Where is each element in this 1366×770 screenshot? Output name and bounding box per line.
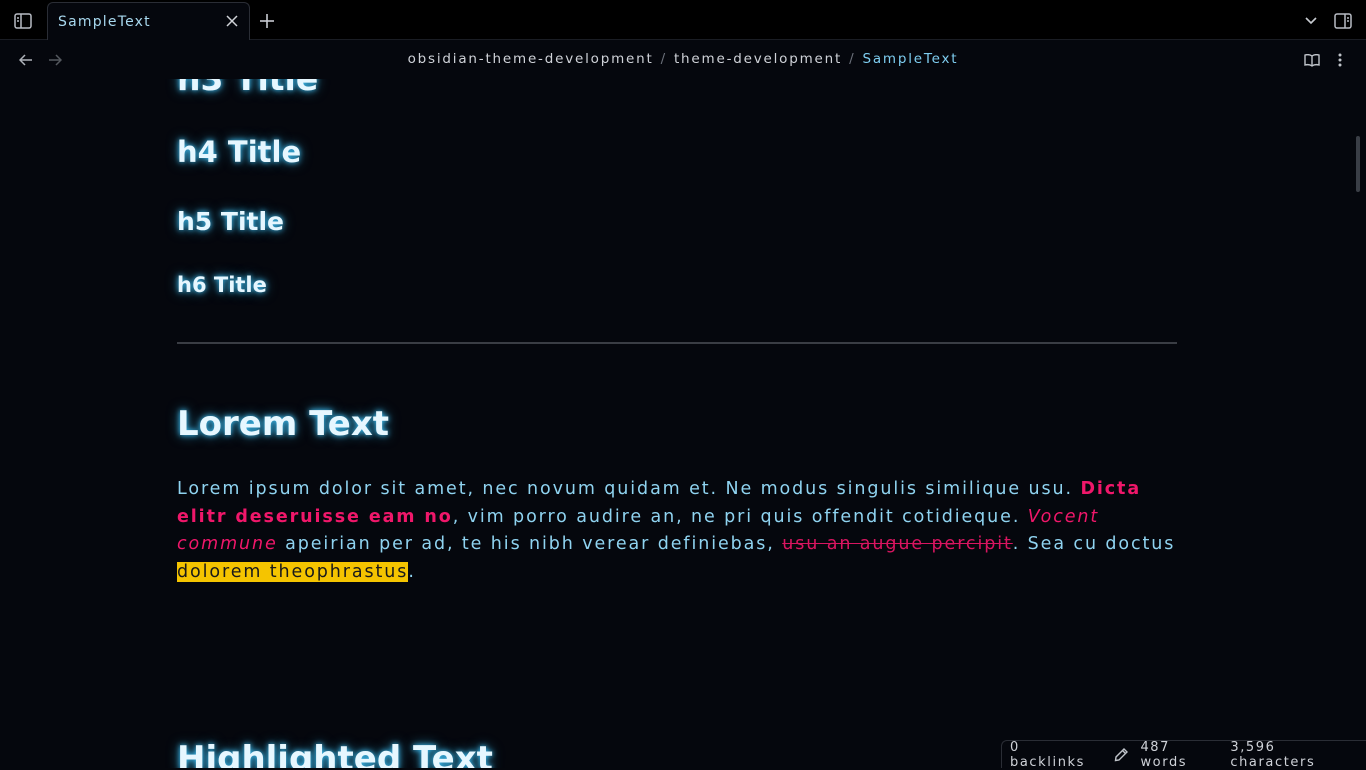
close-icon[interactable] (223, 12, 241, 30)
backlinks-count[interactable]: 0 backlinks (1010, 740, 1100, 770)
tab-sampletext[interactable]: SampleText (47, 2, 250, 40)
chevron-down-icon[interactable] (1298, 8, 1324, 34)
sidebar-left-icon[interactable] (10, 8, 36, 34)
pencil-icon[interactable] (1114, 747, 1130, 763)
breadcrumb-item[interactable]: theme-development (674, 51, 842, 67)
breadcrumb-separator: / (661, 51, 667, 67)
tab-title: SampleText (58, 14, 151, 30)
text-run: . (408, 562, 415, 582)
lorem-paragraph: Lorem ipsum dolor sit amet, nec novum qu… (177, 476, 1177, 586)
editor-content[interactable]: h3 Title h4 Title h5 Title h6 Title Lore… (0, 79, 1366, 768)
heading-h6: h6 Title (177, 273, 267, 297)
tab-bar: SampleText (0, 0, 1366, 40)
heading-h5: h5 Title (177, 207, 284, 236)
horizontal-rule (177, 342, 1177, 344)
breadcrumb: obsidian-theme-development / theme-develop… (0, 51, 1366, 67)
plus-icon[interactable] (254, 8, 280, 34)
breadcrumb-separator: / (849, 51, 855, 67)
sidebar-right-icon[interactable] (1330, 8, 1356, 34)
book-open-icon[interactable] (1301, 49, 1323, 71)
character-count: 3,596 characters (1230, 740, 1366, 770)
text-run: , vim porro audire an, ne pri quis offen… (453, 507, 1028, 527)
text-run: apeirian per ad, te his nibh verear defi… (278, 534, 783, 554)
more-vertical-icon[interactable] (1329, 49, 1351, 71)
scrollbar-thumb[interactable] (1356, 136, 1360, 192)
highlighted-text: dolorem theophrastus (177, 562, 408, 582)
strikethrough-text: usu an augue percipit (782, 534, 1013, 554)
breadcrumb-item[interactable]: obsidian-theme-development (408, 51, 654, 67)
word-count: 487 words (1140, 740, 1222, 770)
text-run: Lorem ipsum dolor sit amet, nec novum qu… (177, 479, 1080, 499)
view-header: obsidian-theme-development / theme-develop… (0, 40, 1366, 79)
breadcrumb-current[interactable]: SampleText (862, 51, 958, 67)
heading-h4: h4 Title (177, 135, 301, 169)
heading-lorem-text: Lorem Text (177, 404, 389, 444)
heading-highlighted-text: Highlighted Text (177, 739, 493, 768)
text-run: . Sea cu doctus (1013, 534, 1176, 554)
heading-h3: h3 Title (177, 79, 318, 98)
status-bar: 0 backlinks 487 words 3,596 characters (1001, 740, 1366, 768)
